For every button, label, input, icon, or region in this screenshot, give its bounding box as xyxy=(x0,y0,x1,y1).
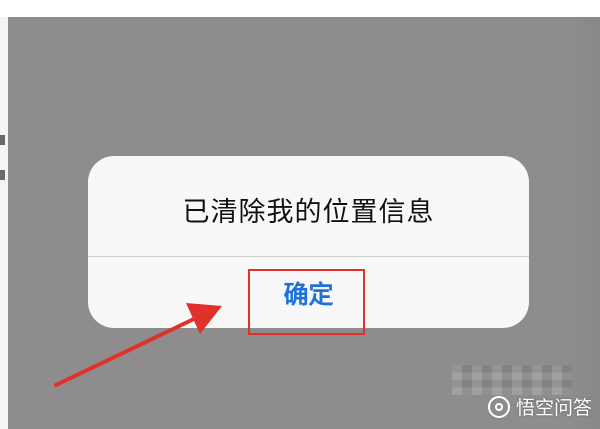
overlay-shade xyxy=(570,17,600,429)
annotation-highlight-box xyxy=(248,269,365,335)
alert-message: 已清除我的位置信息 xyxy=(182,196,435,228)
background-text-fragment xyxy=(0,135,5,145)
background-page-edge xyxy=(0,17,8,429)
watermark-text: 悟空问答 xyxy=(516,397,593,419)
wukong-logo-icon xyxy=(488,395,510,418)
watermark: 悟空问答 xyxy=(488,393,592,420)
top-frame xyxy=(0,0,600,17)
blurred-watermark-area xyxy=(452,365,572,395)
screenshot-canvas: 已清除我的位置信息 确定 悟空问答 xyxy=(0,0,600,429)
background-text-fragment xyxy=(0,170,5,180)
